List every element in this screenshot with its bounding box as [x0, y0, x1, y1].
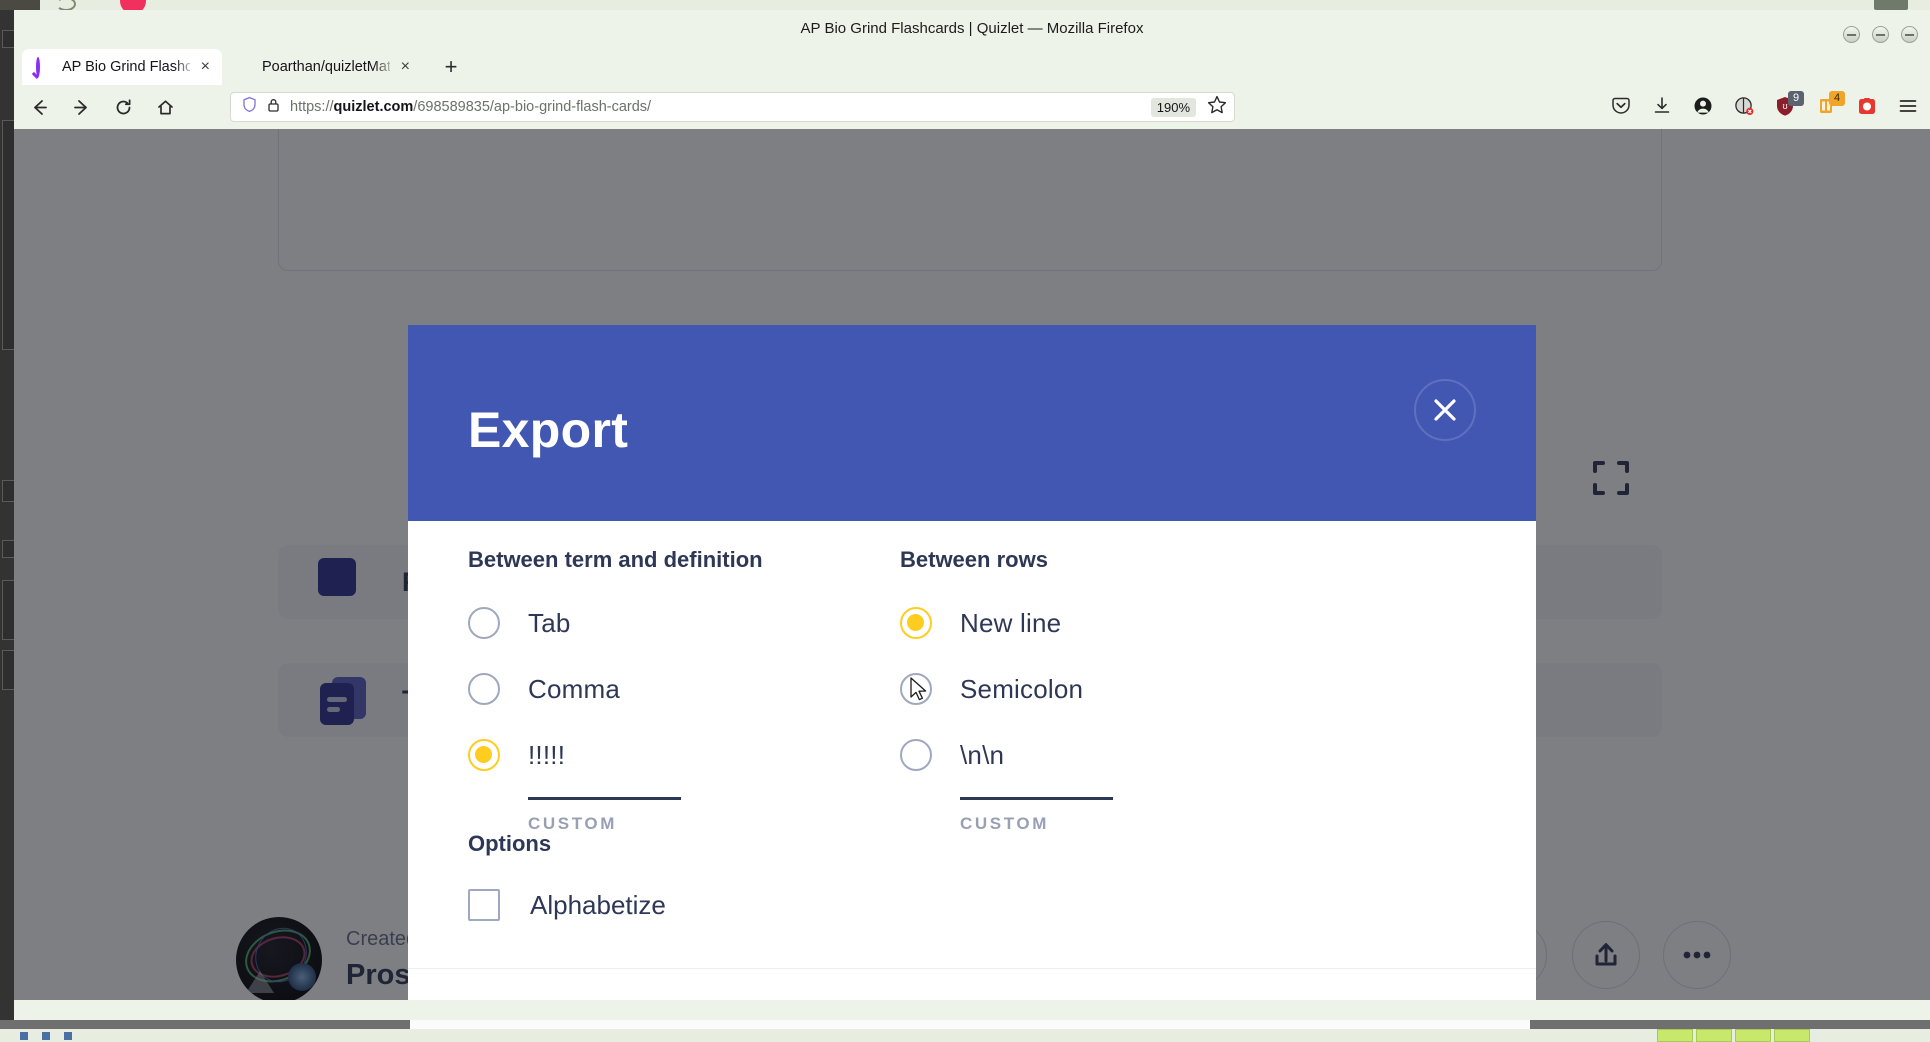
tab-poarthan-quizletmatch[interactable]: Poarthan/quizletMatch: H ×	[222, 49, 422, 85]
section-heading: Options	[468, 831, 552, 856]
back-arrow-icon[interactable]	[22, 90, 56, 124]
section-heading: Between rows	[900, 547, 1048, 572]
radio-option-custom-term[interactable]: !!!!!	[468, 739, 898, 771]
minimize-button[interactable]	[1843, 26, 1860, 43]
address-bar[interactable]: https://quizlet.com/698589835/ap-bio-gri…	[230, 92, 1235, 122]
workspace-3[interactable]	[1735, 1029, 1771, 1042]
radio-icon[interactable]	[900, 739, 932, 771]
radio-label: Tab	[528, 607, 571, 638]
checkbox-icon[interactable]	[468, 889, 500, 921]
taskbar-app-icon[interactable]	[42, 1031, 50, 1040]
radio-option-tab[interactable]: Tab	[468, 607, 898, 639]
close-window-button[interactable]	[1901, 26, 1918, 43]
application-menu-icon[interactable]	[1896, 91, 1920, 121]
home-icon[interactable]	[148, 90, 182, 124]
os-taskbar[interactable]	[0, 1020, 1930, 1042]
column-between-rows: Between rows New line Semicolon \n\n CUS…	[900, 547, 1330, 834]
forward-arrow-icon[interactable]	[64, 90, 98, 124]
github-icon	[236, 59, 253, 76]
window-title: AP Bio Grind Flashcards | Quizlet — Mozi…	[800, 20, 1144, 37]
radio-option-semicolon[interactable]: Semicolon	[900, 673, 1330, 705]
taskbar-workspaces[interactable]	[1657, 1029, 1810, 1042]
custom-input-underline[interactable]	[528, 797, 681, 800]
radio-icon-selected[interactable]	[468, 739, 500, 771]
tab-strip: AP Bio Grind Flashcards | × Poarthan/qui…	[14, 47, 1930, 85]
navigation-toolbar: https://quizlet.com/698589835/ap-bio-gri…	[14, 85, 1930, 129]
radio-option-new-line[interactable]: New line	[900, 607, 1330, 639]
taskbar-app-icon[interactable]	[20, 1031, 28, 1040]
checkbox-alphabetize[interactable]: Alphabetize	[468, 889, 666, 921]
radio-label: !!!!!	[528, 739, 566, 770]
desktop: AP Bio Grind Flashcards | Quizlet — Mozi…	[0, 0, 1930, 1042]
taskbar-app-icon[interactable]	[64, 1031, 72, 1040]
radio-icon[interactable]	[468, 673, 500, 705]
section-heading: Between term and definition	[468, 547, 763, 572]
close-icon[interactable]	[1414, 379, 1476, 441]
custom-label: CUSTOM	[960, 814, 1049, 833]
quizlet-q-icon	[36, 56, 53, 77]
os-top-strip-dark	[0, 0, 40, 10]
workspace-4[interactable]	[1774, 1029, 1810, 1042]
options-section: Options Alphabetize	[468, 831, 666, 921]
pocket-icon[interactable]	[1609, 91, 1633, 121]
custom-field-term[interactable]: CUSTOM	[528, 797, 898, 834]
zoom-level-badge[interactable]: 190%	[1150, 97, 1196, 117]
export-modal: Export Between term and definition Tab C…	[408, 325, 1536, 1000]
browser-toolbar-icons: ʊ 9 4	[1609, 91, 1920, 121]
radio-label: \n\n	[960, 739, 1005, 770]
ublock-badge-count: 9	[1788, 91, 1804, 106]
screenshot-extension-icon[interactable]	[1855, 91, 1879, 121]
svg-text:ʊ: ʊ	[1782, 101, 1787, 111]
modal-footer-divider	[408, 968, 1536, 969]
url-text: https://quizlet.com/698589835/ap-bio-gri…	[290, 99, 1151, 115]
radio-icon[interactable]	[468, 607, 500, 639]
title-bar: AP Bio Grind Flashcards | Quizlet — Mozi…	[14, 10, 1930, 47]
privacy-badger-icon[interactable]	[1732, 91, 1756, 121]
star-icon[interactable]	[1206, 94, 1228, 121]
radio-icon-selected[interactable]	[900, 607, 932, 639]
taskbar-items	[20, 1029, 72, 1042]
close-tab-icon[interactable]: ×	[399, 59, 412, 75]
os-top-strip	[0, 0, 1930, 10]
window-controls	[1843, 26, 1918, 43]
close-tab-icon[interactable]: ×	[199, 59, 212, 75]
account-icon[interactable]	[1691, 91, 1715, 121]
shield-icon[interactable]	[241, 96, 258, 118]
url-path: /698589835/ap-bio-grind-flash-cards/	[413, 99, 652, 115]
modal-header: Export	[408, 325, 1536, 521]
workspace-1[interactable]	[1657, 1029, 1693, 1042]
web-page: Fl Te Created Proski	[14, 129, 1930, 1000]
tab-label: AP Bio Grind Flashcards |	[62, 59, 190, 75]
downloads-icon[interactable]	[1650, 91, 1674, 121]
radio-label: Comma	[528, 673, 621, 704]
checkbox-label: Alphabetize	[530, 889, 666, 920]
custom-input-underline[interactable]	[960, 797, 1113, 800]
os-tray-icon	[1874, 0, 1908, 10]
column-term-definition: Between term and definition Tab Comma !!…	[468, 547, 898, 834]
mouse-cursor	[910, 677, 930, 710]
url-scheme: https://	[290, 99, 334, 115]
padlock-icon	[266, 97, 281, 118]
tab-ap-bio-grind-flashcards[interactable]: AP Bio Grind Flashcards | ×	[22, 49, 222, 85]
page-title: Export	[468, 402, 629, 458]
tab-label: Poarthan/quizletMatch: H	[262, 59, 390, 75]
new-tab-button[interactable]: +	[436, 52, 466, 82]
firefox-window: AP Bio Grind Flashcards | Quizlet — Mozi…	[14, 10, 1930, 1022]
maximize-button[interactable]	[1872, 26, 1889, 43]
radio-label: New line	[960, 607, 1062, 638]
radio-option-comma[interactable]: Comma	[468, 673, 898, 705]
modal-body: Between term and definition Tab Comma !!…	[408, 521, 1536, 1000]
radio-label: Semicolon	[960, 673, 1084, 704]
workspace-2[interactable]	[1696, 1029, 1732, 1042]
radio-option-custom-row[interactable]: \n\n	[900, 739, 1330, 771]
url-host: quizlet.com	[333, 99, 414, 115]
ublock-origin-icon[interactable]: ʊ 9	[1773, 91, 1804, 121]
reload-icon[interactable]	[106, 90, 140, 124]
extension-icon[interactable]: 4	[1814, 91, 1845, 121]
custom-field-row[interactable]: CUSTOM	[960, 797, 1330, 834]
extension-badge-count: 4	[1829, 91, 1845, 106]
